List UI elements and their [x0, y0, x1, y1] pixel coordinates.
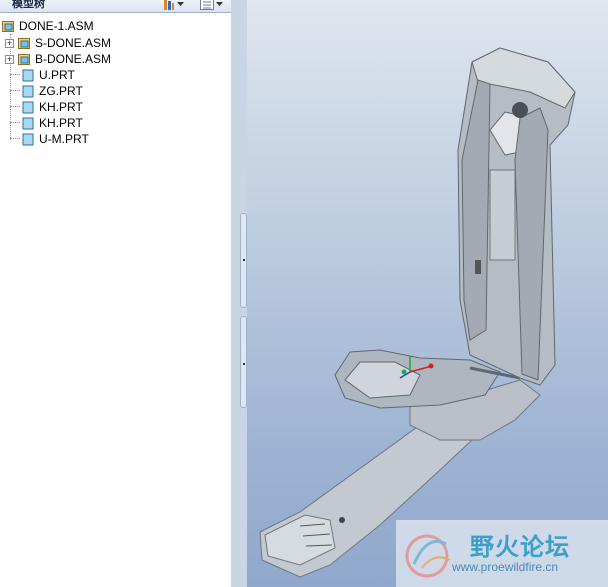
chevron-down-icon: [216, 1, 223, 6]
tree-item[interactable]: + B-DONE.ASM: [5, 51, 111, 67]
tree-item-label: S-DONE.ASM: [35, 36, 112, 50]
tree-item[interactable]: + S-DONE.ASM: [5, 35, 111, 51]
watermark-url: www.proewildfire.cn: [452, 560, 559, 574]
tree-item[interactable]: KH.PRT: [22, 115, 83, 131]
tree-root-label: DONE-1.ASM: [19, 19, 94, 33]
settings-list-icon: [200, 0, 214, 10]
tree-item[interactable]: KH.PRT: [22, 99, 83, 115]
watermark-logo-icon: [405, 534, 451, 578]
panel-splitter[interactable]: [231, 0, 247, 587]
tree-connector: [10, 106, 20, 107]
tree-connector: [10, 122, 20, 123]
tree-connector: [10, 138, 20, 139]
model-tree-header: 模型树: [0, 0, 231, 13]
watermark-title: 野火论坛: [470, 533, 570, 561]
assembly-icon: [18, 53, 30, 65]
expand-button[interactable]: +: [5, 54, 14, 64]
part-icon: [22, 85, 34, 97]
show-menu-button[interactable]: [163, 0, 184, 11]
tree-item-label: U.PRT: [39, 68, 75, 82]
tree-item-label: KH.PRT: [39, 116, 83, 130]
3d-model-view[interactable]: [247, 0, 608, 587]
tree-filter-icon: [164, 0, 174, 10]
tree-item-label: U-M.PRT: [39, 132, 89, 146]
part-icon: [22, 117, 34, 129]
tree-item[interactable]: U-M.PRT: [22, 131, 89, 147]
part-icon: [22, 101, 34, 113]
model-tree-title: 模型树: [12, 0, 45, 10]
splitter-handle[interactable]: [240, 316, 247, 408]
tree-item-label: B-DONE.ASM: [35, 52, 112, 66]
tree-item-label: ZG.PRT: [39, 84, 83, 98]
graphics-viewport[interactable]: [247, 0, 608, 587]
tree-connector: [10, 74, 20, 75]
chevron-down-icon: [177, 1, 184, 6]
tree-item[interactable]: ZG.PRT: [22, 83, 83, 99]
model-tree-panel: 模型树 DONE-1.ASM + S-DONE.ASM + B-DONE.ASM…: [0, 0, 232, 587]
tree-item[interactable]: U.PRT: [22, 67, 75, 83]
settings-menu-button[interactable]: [200, 0, 223, 11]
assembly-icon: [18, 37, 30, 49]
tree-item-label: KH.PRT: [39, 100, 83, 114]
part-icon: [22, 69, 34, 81]
tree-root-node[interactable]: DONE-1.ASM: [2, 18, 94, 34]
splitter-handle[interactable]: [240, 213, 247, 308]
part-icon: [22, 133, 34, 145]
assembly-icon: [2, 20, 14, 32]
tree-connector: [10, 90, 20, 91]
expand-button[interactable]: +: [5, 38, 14, 48]
